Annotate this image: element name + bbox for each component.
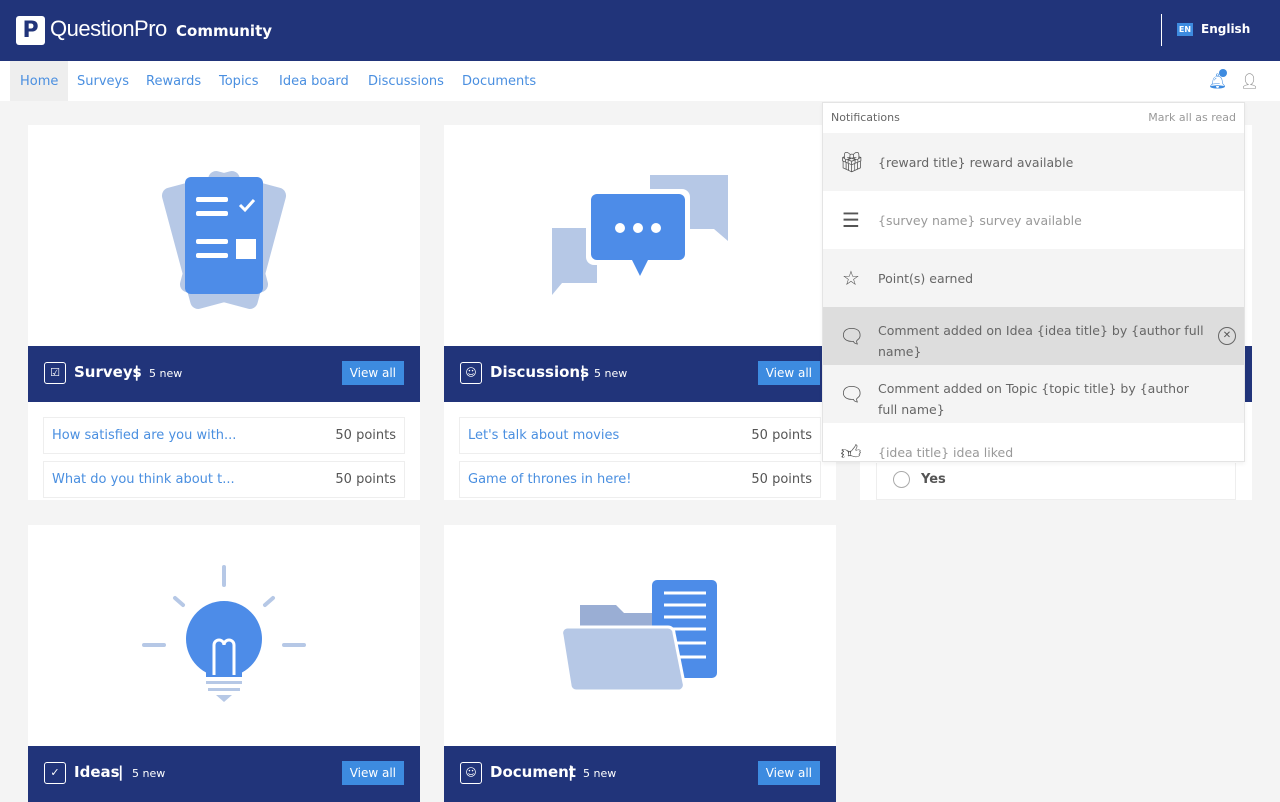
- card-title: Surveys: [74, 363, 142, 381]
- top-bar: P QuestionPro Community EN English: [0, 0, 1280, 61]
- discussion-illustration: [444, 125, 836, 346]
- list-icon: ☰: [842, 208, 860, 232]
- main-nav: Home Surveys Rewards Topics Idea board D…: [0, 61, 1280, 101]
- new-count: 5 new: [132, 767, 166, 780]
- nav-discussions[interactable]: Discussions: [358, 61, 454, 101]
- nav-home[interactable]: Home: [10, 61, 69, 101]
- document-header: ☺ Document | 5 new View all: [444, 746, 836, 802]
- list-item[interactable]: Let's talk about movies 50 points: [459, 417, 821, 454]
- product-name: Community: [176, 22, 273, 40]
- notification-text: Point(s) earned: [878, 271, 974, 286]
- gift-icon: 🎁︎: [839, 150, 865, 174]
- dismiss-icon[interactable]: ✕: [1218, 327, 1236, 345]
- surveys-header: ☑ Surveys | 5 new View all: [28, 346, 420, 402]
- notification-item[interactable]: 👍︎ {idea title} idea liked: [823, 423, 1244, 462]
- nav-documents[interactable]: Documents: [452, 61, 546, 101]
- nav-surveys[interactable]: Surveys: [67, 61, 139, 101]
- new-count: 5 new: [594, 367, 628, 380]
- nav-rewards[interactable]: Rewards: [136, 61, 211, 101]
- new-count: 5 new: [583, 767, 617, 780]
- notification-text: Comment added on Topic {topic title} by …: [878, 381, 1189, 417]
- notification-item[interactable]: ☆ Point(s) earned: [823, 249, 1244, 307]
- item-points: 50 points: [751, 428, 812, 443]
- item-link[interactable]: Let's talk about movies: [468, 428, 619, 443]
- view-all-button[interactable]: View all: [757, 761, 820, 785]
- divider: [1161, 14, 1162, 46]
- notifications-panel: Notifications Mark all as read 🎁︎ {reward…: [822, 102, 1245, 462]
- notification-item[interactable]: ☰ {survey name} survey available: [823, 191, 1244, 249]
- brand-name: QuestionPro: [50, 16, 167, 41]
- notification-item[interactable]: 🗨︎ Comment added on Idea {idea title} by …: [823, 307, 1244, 365]
- view-all-button[interactable]: View all: [341, 761, 404, 785]
- card-title: Ideas: [74, 763, 120, 781]
- discussions-card: ☺ Discussions | 5 new View all Let's tal…: [444, 125, 836, 500]
- item-link[interactable]: What do you think about t...: [52, 472, 235, 487]
- language-flag-icon[interactable]: EN: [1177, 23, 1193, 36]
- ideas-card: ✓ Ideas | 5 new View all: [28, 525, 420, 802]
- discussion-icon: ☺: [460, 362, 482, 384]
- title-separator: |: [118, 763, 124, 781]
- view-all-button[interactable]: View all: [341, 361, 404, 385]
- title-separator: |: [134, 363, 140, 381]
- notification-item[interactable]: 🎁︎ {reward title} reward available: [823, 133, 1244, 191]
- thumbs-up-icon: 👍︎: [840, 440, 862, 462]
- card-title: Discussions: [490, 363, 590, 381]
- comment-icon: 🗨︎: [839, 324, 865, 348]
- notification-dot: [1219, 69, 1227, 77]
- language-selector[interactable]: English: [1201, 22, 1250, 36]
- notification-text: {idea title} idea liked: [878, 445, 1014, 460]
- new-count: 5 new: [149, 367, 183, 380]
- survey-icon: ☑: [44, 362, 66, 384]
- document-illustration: [444, 525, 836, 746]
- nav-idea-board[interactable]: Idea board: [269, 61, 359, 101]
- item-points: 50 points: [335, 428, 396, 443]
- nav-topics[interactable]: Topics: [209, 61, 268, 101]
- title-separator: |: [580, 363, 586, 381]
- ideas-header: ✓ Ideas | 5 new View all: [28, 746, 420, 802]
- view-all-button[interactable]: View all: [757, 361, 820, 385]
- list-item[interactable]: What do you think about t... 50 points: [43, 461, 405, 498]
- survey-illustration: [28, 125, 420, 346]
- poll-option[interactable]: Yes: [876, 463, 1236, 500]
- notifications-title: Notifications: [831, 111, 900, 124]
- title-separator: |: [568, 763, 574, 781]
- radio-button[interactable]: [893, 471, 910, 488]
- document-icon: ☺: [460, 762, 482, 784]
- user-icon[interactable]: 👤︎: [1240, 72, 1259, 90]
- option-label: Yes: [921, 472, 946, 487]
- idea-illustration: [28, 525, 420, 746]
- notification-text: {reward title} reward available: [878, 155, 1074, 170]
- idea-icon: ✓: [44, 762, 66, 784]
- notification-item[interactable]: 🗨︎ Comment added on Topic {topic title} b…: [823, 365, 1244, 423]
- mark-all-read-link[interactable]: Mark all as read: [1148, 111, 1236, 124]
- item-points: 50 points: [751, 472, 812, 487]
- item-points: 50 points: [335, 472, 396, 487]
- list-item[interactable]: Game of thrones in here! 50 points: [459, 461, 821, 498]
- comment-icon: 🗨︎: [839, 382, 865, 406]
- document-card: ☺ Document | 5 new View all: [444, 525, 836, 802]
- item-link[interactable]: How satisfied are you with...: [52, 428, 236, 443]
- card-title: Document: [490, 763, 576, 781]
- surveys-card: ☑ Surveys | 5 new View all How satisfied…: [28, 125, 420, 500]
- item-link[interactable]: Game of thrones in here!: [468, 472, 631, 487]
- discussions-header: ☺ Discussions | 5 new View all: [444, 346, 836, 402]
- star-icon: ☆: [842, 266, 860, 290]
- notification-text: Comment added on Idea {idea title} by {a…: [878, 323, 1204, 359]
- notification-text: {survey name} survey available: [878, 213, 1082, 228]
- list-item[interactable]: How satisfied are you with... 50 points: [43, 417, 405, 454]
- questionpro-logo: P: [16, 16, 45, 45]
